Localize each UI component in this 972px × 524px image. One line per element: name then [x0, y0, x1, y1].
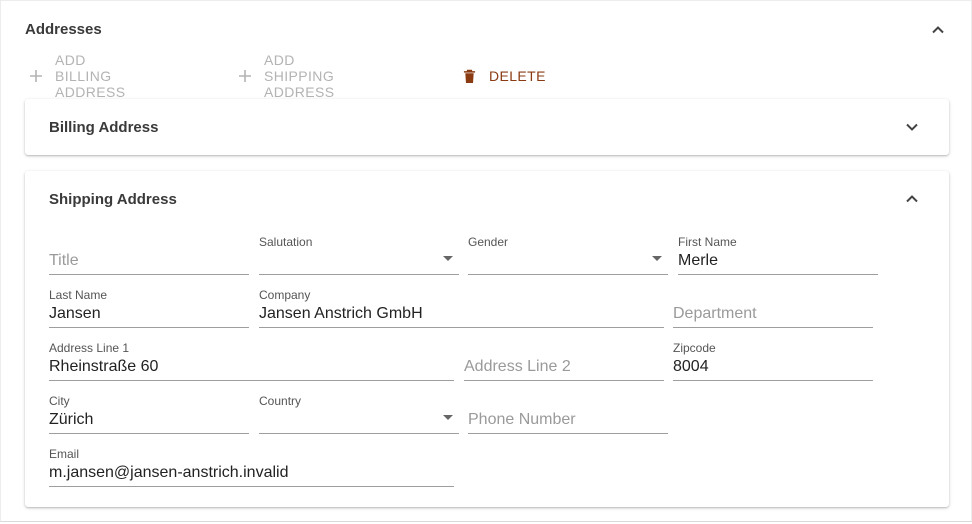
first-name-underline — [678, 274, 878, 275]
zipcode-label: Zipcode — [673, 341, 716, 355]
department-underline — [673, 327, 873, 328]
city-field[interactable]: City Zürich — [49, 394, 249, 434]
chevron-down-icon[interactable] — [905, 120, 919, 134]
address-line-1-underline — [49, 380, 454, 381]
chevron-up-icon[interactable] — [931, 23, 945, 37]
addresses-section-title: Addresses — [25, 21, 102, 38]
country-underline — [259, 433, 459, 434]
phone-number-field[interactable]: Phone Number — [468, 394, 668, 434]
first-name-field[interactable]: First Name Merle — [678, 235, 878, 275]
company-value: Jansen Anstrich GmbH — [259, 305, 423, 322]
salutation-underline — [259, 274, 459, 275]
gender-label: Gender — [468, 235, 509, 249]
city-underline — [49, 433, 249, 434]
last-name-label: Last Name — [49, 288, 108, 302]
address-line-1-field[interactable]: Address Line 1 Rheinstraße 60 — [49, 341, 454, 381]
company-label: Company — [259, 288, 311, 302]
city-value: Zürich — [49, 411, 94, 428]
phone-number-placeholder: Phone Number — [468, 411, 576, 428]
shipping-address-panel: Shipping Address Title Salutation Gender… — [25, 171, 949, 507]
add-shipping-address-label: Add Shipping Address — [264, 52, 335, 100]
caret-down-icon — [652, 256, 662, 261]
company-underline — [259, 327, 664, 328]
salutation-select[interactable]: Salutation — [259, 235, 459, 275]
plus-icon — [29, 68, 43, 84]
address-line-1-value: Rheinstraße 60 — [49, 358, 159, 375]
billing-address-panel[interactable]: Billing Address — [25, 99, 949, 155]
first-name-label: First Name — [678, 235, 737, 249]
title-placeholder: Title — [49, 252, 79, 269]
shipping-address-title: Shipping Address — [49, 191, 177, 208]
plus-icon — [238, 68, 252, 84]
company-field[interactable]: Company Jansen Anstrich GmbH — [259, 288, 664, 328]
phone-number-underline — [468, 433, 668, 434]
chevron-up-icon[interactable] — [905, 192, 919, 206]
last-name-underline — [49, 327, 249, 328]
email-field[interactable]: Email m.jansen@jansen-anstrich.invalid — [49, 447, 454, 487]
department-placeholder: Department — [673, 305, 757, 322]
add-shipping-address-button[interactable]: Add Shipping Address — [238, 52, 336, 100]
last-name-value: Jansen — [49, 305, 101, 322]
delete-button[interactable]: Delete — [461, 65, 546, 87]
address-line-1-label: Address Line 1 — [49, 341, 130, 355]
zipcode-field[interactable]: Zipcode 8004 — [673, 341, 873, 381]
add-billing-address-label: Add Billing Address — [55, 52, 126, 100]
zipcode-value: 8004 — [673, 358, 709, 375]
salutation-label: Salutation — [259, 235, 313, 249]
country-select[interactable]: Country — [259, 394, 459, 434]
email-underline — [49, 486, 454, 487]
caret-down-icon — [443, 256, 453, 261]
email-label: Email — [49, 447, 80, 461]
address-line-2-placeholder: Address Line 2 — [464, 358, 571, 375]
gender-underline — [468, 274, 668, 275]
first-name-value: Merle — [678, 252, 719, 269]
last-name-field[interactable]: Last Name Jansen — [49, 288, 249, 328]
trash-icon — [461, 68, 477, 84]
add-billing-address-button[interactable]: Add Billing Address — [29, 52, 127, 100]
addresses-section: Addresses Add Billing Address Add Shippi… — [0, 0, 972, 522]
title-field[interactable]: Title — [49, 235, 249, 275]
zipcode-underline — [673, 380, 873, 381]
title-underline — [49, 274, 249, 275]
caret-down-icon — [443, 415, 453, 420]
department-field[interactable]: Department — [673, 288, 873, 328]
delete-label: Delete — [489, 68, 546, 84]
email-value: m.jansen@jansen-anstrich.invalid — [49, 464, 289, 481]
address-line-2-field[interactable]: Address Line 2 — [464, 341, 664, 381]
address-line-2-underline — [464, 380, 664, 381]
gender-select[interactable]: Gender — [468, 235, 668, 275]
country-label: Country — [259, 394, 302, 408]
billing-address-title: Billing Address — [49, 119, 159, 136]
city-label: City — [49, 394, 70, 408]
